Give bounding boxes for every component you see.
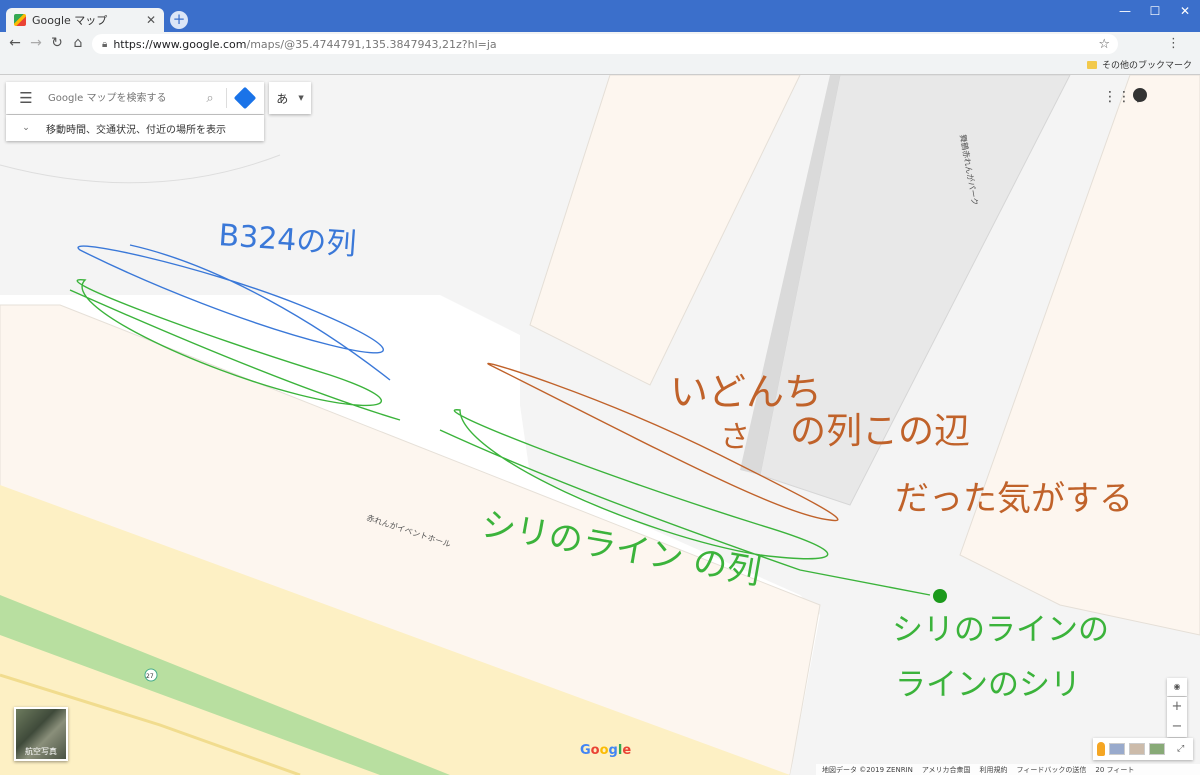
language-label: あ xyxy=(276,91,289,106)
green-marker-dot xyxy=(933,589,947,603)
explore-bar[interactable]: ⌄ 移動時間、交通状況、付近の場所を表示 xyxy=(6,115,264,141)
scale-label: 20 フィート xyxy=(1095,765,1135,774)
pegman-icon[interactable] xyxy=(1097,742,1105,756)
other-bookmarks-label: その他のブックマーク xyxy=(1101,61,1192,71)
browser-titlebar: Google マップ ✕ + — ☐ ✕ xyxy=(0,0,1200,32)
tab-title: Google マップ xyxy=(32,14,108,27)
expand-icon[interactable]: ⤢ xyxy=(1177,744,1184,754)
language-button[interactable]: あ ▼ xyxy=(269,82,311,114)
zoom-in-button[interactable]: + xyxy=(1167,697,1187,717)
directions-icon[interactable] xyxy=(233,86,257,110)
contour-line xyxy=(0,154,281,184)
blue-annotation-text: B324の列 xyxy=(217,218,357,263)
orange-annotation-line2: の列この辺 xyxy=(790,411,970,452)
account-avatar[interactable] xyxy=(1133,88,1147,102)
imagery-tile-icon[interactable] xyxy=(1149,743,1165,755)
map-drawing: 舞鶴赤れんがパーク 赤れんがイベントホール 27 B324の列 いどんち さ の… xyxy=(0,75,1200,775)
map-footer: 地図データ ©2019 ZENRIN アメリカ合衆国 利用規約 フィードバックの… xyxy=(816,764,1200,775)
satellite-label: 航空写真 xyxy=(25,747,57,756)
orange-annotation-small: さ xyxy=(720,420,750,455)
url-path: /maps/@35.4744791,135.3847943,21z?hl=ja xyxy=(246,37,497,51)
menu-icon[interactable]: ☰ xyxy=(6,89,46,107)
search-icon[interactable]: ⌕ xyxy=(200,91,220,106)
street-view-bar: ⤢ xyxy=(1093,738,1193,760)
bookmarks-bar: その他のブックマーク xyxy=(0,56,1200,75)
explore-text: 移動時間、交通状況、付近の場所を表示 xyxy=(46,124,226,136)
map-search-box: ☰ ⌕ xyxy=(6,82,264,114)
lock-icon: 🔒︎ xyxy=(102,38,108,50)
zoom-control: + − xyxy=(1167,697,1187,737)
maximize-icon[interactable]: ☐ xyxy=(1140,4,1170,18)
orange-annotation-line3: だった気がする xyxy=(895,479,1133,519)
browser-menu-icon[interactable]: ⋮ xyxy=(1167,36,1180,51)
close-window-icon[interactable]: ✕ xyxy=(1170,4,1200,18)
home-icon[interactable]: ⌂ xyxy=(69,35,87,51)
tab-close-icon[interactable]: ✕ xyxy=(146,13,156,27)
imagery-tile-icon[interactable] xyxy=(1109,743,1125,755)
country-link[interactable]: アメリカ合衆国 xyxy=(922,765,971,775)
google-maps-favicon-icon xyxy=(14,14,26,26)
green-annotation-right-line2: ラインのシリ xyxy=(895,667,1081,703)
reload-icon[interactable]: ↻ xyxy=(48,35,66,51)
imagery-tile-icon[interactable] xyxy=(1129,743,1145,755)
terms-link[interactable]: 利用規約 xyxy=(980,765,1008,775)
browser-tab[interactable]: Google マップ ✕ xyxy=(6,8,164,32)
address-bar[interactable]: 🔒︎ https://www.google.com/maps/@35.47447… xyxy=(92,34,1118,54)
zoom-out-button[interactable]: − xyxy=(1167,717,1187,737)
folder-icon xyxy=(1086,60,1097,69)
satellite-toggle[interactable]: 航空写真 xyxy=(14,707,68,761)
building-block-a xyxy=(529,75,801,386)
minimize-icon[interactable]: — xyxy=(1110,4,1140,18)
feedback-link[interactable]: フィードバックの送信 xyxy=(1017,765,1087,775)
chevron-down-icon: ⌄ xyxy=(22,123,30,133)
my-location-icon[interactable]: ◉ xyxy=(1167,678,1187,696)
new-tab-button[interactable]: + xyxy=(170,11,188,29)
bookmark-star-icon[interactable]: ☆ xyxy=(1098,37,1110,52)
search-divider xyxy=(226,88,227,108)
route-badge-label: 27 xyxy=(146,673,154,680)
browser-toolbar: ← → ↻ ⌂ 🔒︎ https://www.google.com/maps/@… xyxy=(0,32,1200,56)
back-icon[interactable]: ← xyxy=(6,35,24,51)
map-search-input[interactable] xyxy=(46,91,200,105)
google-logo: Google xyxy=(580,743,632,758)
caret-down-icon: ▼ xyxy=(298,94,304,102)
map-data-credit: 地図データ ©2019 ZENRIN xyxy=(822,765,913,774)
other-bookmarks[interactable]: その他のブックマーク xyxy=(1086,58,1192,71)
map-canvas[interactable]: 舞鶴赤れんがパーク 赤れんがイベントホール 27 B324の列 いどんち さ の… xyxy=(0,75,1200,775)
orange-annotation-line1: いどんち xyxy=(670,370,822,414)
green-annotation-right-line1: シリのラインの xyxy=(892,612,1109,648)
url-host: https://www.google.com xyxy=(113,37,247,51)
forward-icon[interactable]: → xyxy=(27,35,45,51)
